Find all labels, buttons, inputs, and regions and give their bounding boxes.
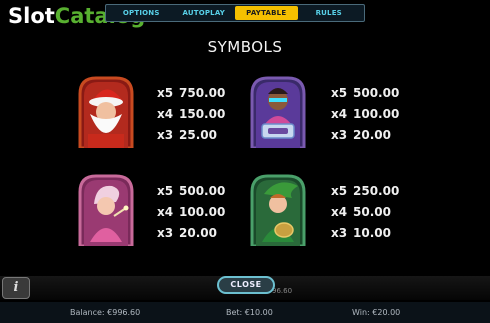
tab-autoplay[interactable]: AUTOPLAY bbox=[173, 6, 236, 20]
pay-multiplier: x4 bbox=[157, 205, 174, 219]
win-display: Win: €20.00 bbox=[352, 308, 401, 317]
pay-multiplier: x3 bbox=[331, 128, 348, 142]
pay-value: 10.00 bbox=[353, 226, 391, 240]
pay-multiplier: x5 bbox=[331, 86, 348, 100]
santa-paytable: x5 750.00 x4 150.00 x3 25.00 bbox=[157, 83, 229, 146]
elf-symbol bbox=[248, 172, 308, 246]
driver-paytable: x5 500.00 x4 100.00 x3 20.00 bbox=[331, 83, 403, 146]
pay-multiplier: x4 bbox=[331, 107, 348, 121]
driver-symbol bbox=[248, 74, 308, 148]
pay-value: 20.00 bbox=[179, 226, 217, 240]
logo-slot-text: Slot bbox=[8, 4, 55, 28]
pay-value: 100.00 bbox=[353, 107, 400, 121]
status-bar: Balance: €996.60 Bet: €10.00 Win: €20.00 bbox=[0, 302, 490, 323]
pay-value: 500.00 bbox=[179, 184, 226, 198]
background-balance-value: 96.60 bbox=[272, 287, 293, 295]
pay-row: x5 250.00 bbox=[331, 181, 403, 202]
pay-multiplier: x5 bbox=[331, 184, 348, 198]
menu-tabs: OPTIONS AUTOPLAY PAYTABLE RULES bbox=[105, 4, 365, 22]
pay-value: 25.00 bbox=[179, 128, 217, 142]
pay-row: x4 100.00 bbox=[331, 104, 403, 125]
tab-paytable[interactable]: PAYTABLE bbox=[235, 6, 298, 20]
santa-symbol bbox=[76, 74, 136, 148]
pay-value: 250.00 bbox=[353, 184, 400, 198]
pay-row: x5 500.00 bbox=[331, 83, 403, 104]
pay-value: 50.00 bbox=[353, 205, 391, 219]
close-button[interactable]: CLOSE bbox=[217, 276, 275, 294]
info-button[interactable]: i bbox=[2, 277, 30, 299]
tab-options[interactable]: OPTIONS bbox=[110, 6, 173, 20]
pay-row: x4 50.00 bbox=[331, 202, 403, 223]
pay-value: 20.00 bbox=[353, 128, 391, 142]
pay-row: x3 20.00 bbox=[157, 223, 229, 244]
fairy-paytable: x5 500.00 x4 100.00 x3 20.00 bbox=[157, 181, 229, 244]
pay-value: 150.00 bbox=[179, 107, 226, 121]
elf-paytable: x5 250.00 x4 50.00 x3 10.00 bbox=[331, 181, 403, 244]
pay-row: x3 20.00 bbox=[331, 125, 403, 146]
pay-row: x4 150.00 bbox=[157, 104, 229, 125]
pay-multiplier: x4 bbox=[157, 107, 174, 121]
fairy-symbol bbox=[76, 172, 136, 246]
pay-row: x4 100.00 bbox=[157, 202, 229, 223]
pay-multiplier: x3 bbox=[157, 226, 174, 240]
pay-row: x5 500.00 bbox=[157, 181, 229, 202]
pay-row: x3 25.00 bbox=[157, 125, 229, 146]
pay-multiplier: x5 bbox=[157, 184, 174, 198]
page-title: SYMBOLS bbox=[207, 38, 283, 56]
pay-row: x3 10.00 bbox=[331, 223, 403, 244]
pay-value: 100.00 bbox=[179, 205, 226, 219]
pay-multiplier: x3 bbox=[157, 128, 174, 142]
pay-multiplier: x4 bbox=[331, 205, 348, 219]
tab-rules[interactable]: RULES bbox=[298, 6, 361, 20]
pay-row: x5 750.00 bbox=[157, 83, 229, 104]
pay-value: 500.00 bbox=[353, 86, 400, 100]
balance-display: Balance: €996.60 bbox=[70, 308, 141, 317]
pay-value: 750.00 bbox=[179, 86, 226, 100]
pay-multiplier: x3 bbox=[331, 226, 348, 240]
pay-multiplier: x5 bbox=[157, 86, 174, 100]
bet-display: Bet: €10.00 bbox=[226, 308, 273, 317]
